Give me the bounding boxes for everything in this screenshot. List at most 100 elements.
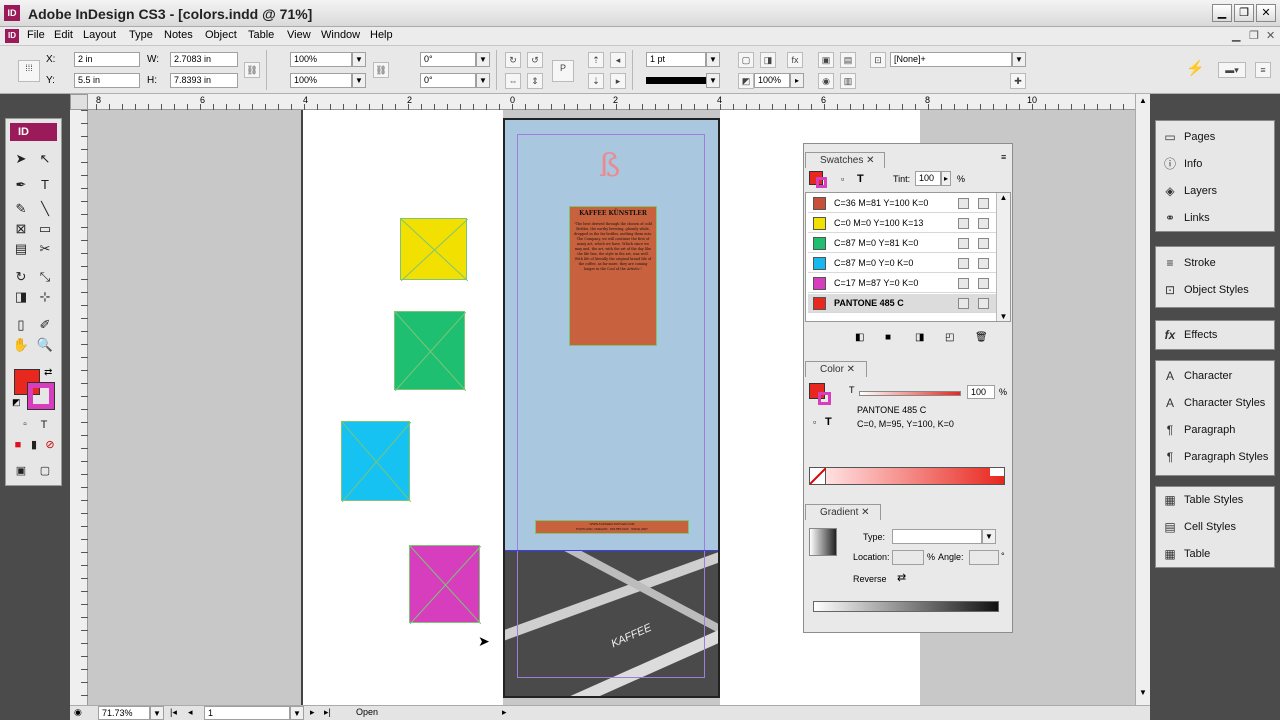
flip-vertical-icon[interactable]: ⇕ [527, 73, 543, 89]
x-field[interactable]: 2 in [74, 52, 140, 67]
stroke-panel-button[interactable]: ≡ Stroke [1162, 253, 1215, 273]
page-field[interactable]: 1 [204, 706, 290, 720]
lightning-icon[interactable]: ⚡ [1186, 61, 1205, 78]
container-format-icon[interactable]: ▫ [841, 174, 844, 184]
color-fill-stroke-proxy-icon[interactable] [809, 383, 835, 409]
tint-slider[interactable] [859, 391, 961, 396]
color-tint-field[interactable]: 100 [967, 385, 995, 399]
effects-panel-button[interactable]: fx Effects [1162, 325, 1218, 345]
swatch-row[interactable]: C=17 M=87 Y=0 K=0 [808, 274, 996, 293]
footer-bar[interactable]: WWW.KAFFEEKUNSTLER.COM PORTLAND, OREGON … [535, 520, 689, 534]
location-field[interactable] [892, 550, 924, 565]
ruler-origin[interactable] [70, 94, 88, 110]
clear-overrides-icon[interactable]: ✚ [1010, 73, 1026, 89]
apply-none-icon[interactable]: ⊘ [40, 435, 60, 455]
y-field[interactable]: 5.5 in [74, 73, 140, 88]
paragraph-panel-button[interactable]: ¶ Paragraph [1162, 420, 1236, 440]
rectangle-frame-tool-icon[interactable]: ⊠ [11, 219, 31, 239]
vertical-ruler[interactable] [70, 110, 88, 705]
rotation-field[interactable]: 0° [420, 52, 476, 67]
object-style-field[interactable]: [None]+ [890, 52, 1012, 67]
menu-window[interactable]: Window [321, 29, 360, 41]
select-next-icon[interactable]: ▸ [610, 73, 626, 89]
zoom-dropdown[interactable]: ▼ [150, 706, 164, 720]
table-styles-panel-button[interactable]: ▦ Table Styles [1162, 490, 1243, 510]
reference-point-icon[interactable]: ⁞⁞⁞ [18, 60, 40, 82]
stroke-swatch[interactable] [27, 382, 55, 410]
width-field[interactable]: 2.7083 in [170, 52, 238, 67]
menu-view[interactable]: View [287, 29, 311, 41]
line-tool-icon[interactable]: ╲ [35, 199, 55, 219]
horizontal-ruler[interactable]: 8 6 4 2 0 2 4 6 8 10 [70, 94, 1135, 110]
stroke-type-dropdown[interactable]: ▼ [706, 73, 720, 88]
rotate-cw-icon[interactable]: ↻ [505, 52, 521, 68]
gradient-tab[interactable]: Gradient ✕ [805, 504, 881, 520]
show-gradient-swatches-icon[interactable]: ◨ [915, 332, 924, 343]
cell-styles-panel-button[interactable]: ▤ Cell Styles [1162, 517, 1236, 537]
stroke-weight-field[interactable]: 1 pt [646, 52, 706, 67]
scale-y-field[interactable]: 100% [290, 73, 352, 88]
drop-shadow-icon[interactable]: ◨ [760, 52, 776, 68]
gradient-tool-icon[interactable]: ◨ [11, 287, 31, 307]
scale-tool-icon[interactable]: ⤡ [35, 267, 55, 287]
swatch-row[interactable]: C=87 M=0 Y=81 K=0 [808, 234, 996, 253]
show-all-swatches-icon[interactable]: ◧ [855, 332, 864, 343]
scale-x-dropdown[interactable]: ▼ [352, 52, 366, 67]
cyan-square[interactable] [341, 421, 411, 502]
character-panel-button[interactable]: A Character [1162, 366, 1232, 386]
magenta-square[interactable] [409, 545, 481, 624]
zoom-tool-icon[interactable]: 🔍 [35, 335, 55, 355]
vertical-scrollbar[interactable]: ▲ ▼ [1135, 94, 1150, 705]
object-styles-panel-button[interactable]: ⊡ Object Styles [1162, 280, 1249, 300]
swatch-row[interactable]: C=87 M=0 Y=0 K=0 [808, 254, 996, 273]
first-page-icon[interactable]: |◂ [170, 707, 177, 718]
swatch-row[interactable]: C=0 M=0 Y=100 K=13 [808, 214, 996, 233]
panel-menu-icon[interactable]: ≡ [1255, 62, 1271, 78]
zoom-field[interactable]: 71.73% [98, 706, 150, 720]
swatches-scrollbar[interactable]: ▲ ▼ [996, 193, 1010, 321]
button-tool-icon[interactable]: ▤ [11, 239, 31, 259]
scale-x-field[interactable]: 100% [290, 52, 352, 67]
next-page-icon[interactable]: ▸ [310, 707, 315, 718]
gradient-type-field[interactable] [892, 529, 982, 544]
panel-menu-icon[interactable]: ≡ [1001, 152, 1006, 162]
menu-edit[interactable]: Edit [54, 29, 73, 41]
menu-file[interactable]: File [27, 29, 45, 41]
tint-field[interactable]: 100 [915, 171, 941, 186]
pages-panel-button[interactable]: ▭ Pages [1162, 127, 1215, 147]
layers-panel-button[interactable]: ◈ Layers [1162, 181, 1217, 201]
formatting-container-icon[interactable]: ▫ [15, 415, 35, 435]
reverse-gradient-icon[interactable]: ⇄ [897, 571, 906, 584]
doc-close-icon[interactable]: ✕ [1266, 29, 1275, 42]
eyedropper-tool-icon[interactable]: ✐ [35, 315, 55, 335]
swatch-row[interactable]: C=36 M=81 Y=100 K=0 [808, 194, 996, 213]
maximize-button[interactable]: ❐ [1234, 4, 1254, 22]
menu-table[interactable]: Table [248, 29, 274, 41]
stroke-type-icon[interactable] [646, 77, 706, 84]
swatches-tab[interactable]: Swatches ✕ [805, 152, 885, 168]
workspace-icon[interactable]: ▬▾ [1218, 62, 1246, 78]
yellow-square[interactable] [400, 218, 468, 281]
pen-tool-icon[interactable]: ✒ [11, 175, 31, 195]
fill-frame-icon[interactable]: ▥ [840, 73, 856, 89]
minimize-button[interactable]: ▁ [1212, 4, 1232, 22]
pencil-tool-icon[interactable]: ✎ [11, 199, 31, 219]
color-tab[interactable]: Color ✕ [805, 361, 867, 377]
select-container-icon[interactable]: ⇡ [588, 52, 604, 68]
constrain-proportions-icon[interactable]: ⛓ [244, 62, 260, 78]
direct-selection-tool-icon[interactable]: ↖ [35, 149, 55, 169]
angle-field[interactable] [969, 550, 999, 565]
text-card[interactable]: KAFFEE KÜNSTLER "The best derived throug… [569, 206, 657, 346]
doc-minimize-icon[interactable]: ▁ [1232, 29, 1240, 42]
rotation-dropdown[interactable]: ▼ [476, 52, 490, 67]
info-panel-button[interactable]: ⓘ Info [1162, 154, 1202, 174]
tint-dropdown[interactable]: ▸ [941, 171, 951, 186]
swatch-row-selected[interactable]: PANTONE 485 C [808, 294, 996, 313]
status-menu-icon[interactable]: ▸ [502, 707, 507, 718]
rotate-tool-icon[interactable]: ↻ [11, 267, 31, 287]
preview-mode-icon[interactable]: ◉ [74, 707, 82, 718]
new-swatch-icon[interactable]: ◰ [945, 332, 954, 343]
paragraph-styles-panel-button[interactable]: ¶ Paragraph Styles [1162, 447, 1269, 467]
preview-view-icon[interactable]: ▢ [35, 461, 55, 481]
links-panel-button[interactable]: ⚭ Links [1162, 208, 1210, 228]
